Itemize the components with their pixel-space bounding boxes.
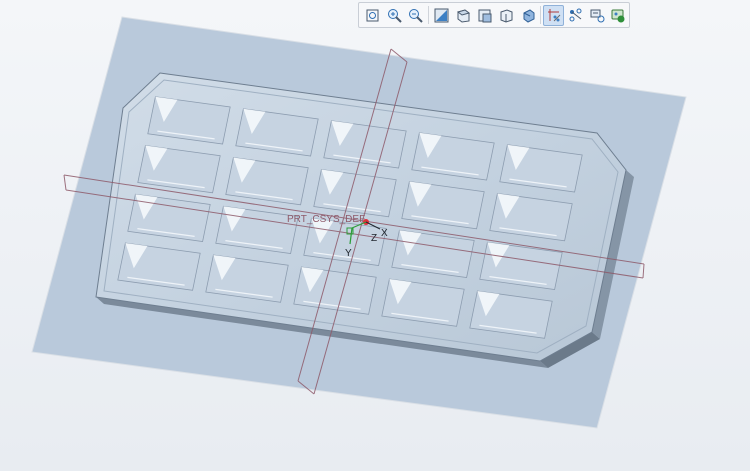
appearance-gallery-icon xyxy=(611,9,625,22)
view-manager-icon xyxy=(456,8,470,23)
refit-button[interactable] xyxy=(362,5,383,26)
zoom-in-icon xyxy=(387,8,402,23)
graphics-viewport[interactable]: PRT_CSYS_DEF Y Z X xyxy=(0,0,750,471)
annotation-display-icon xyxy=(569,8,582,21)
repaint-button[interactable] xyxy=(431,5,452,26)
repaint-icon xyxy=(434,8,449,22)
appearance-gallery-button[interactable] xyxy=(608,5,629,26)
display-style-icon xyxy=(500,8,513,23)
datum-display-filters-button[interactable] xyxy=(543,4,565,26)
axis-label-z: Z xyxy=(371,233,377,244)
axis-label-x: X xyxy=(381,228,388,239)
datum-display-filters-icon xyxy=(548,8,561,21)
section-button[interactable] xyxy=(518,5,539,26)
refit-icon xyxy=(366,9,379,21)
toolbar-separator xyxy=(540,6,542,24)
saved-orientations-icon xyxy=(478,9,492,22)
saved-orientations-button[interactable] xyxy=(474,5,495,26)
annotation-display-button[interactable] xyxy=(565,5,586,26)
section-icon xyxy=(523,8,535,23)
csys-label: PRT_CSYS_DEF xyxy=(287,214,365,225)
zoom-out-icon xyxy=(409,8,423,23)
zoom-in-button[interactable] xyxy=(384,5,405,26)
view-manager-button[interactable] xyxy=(453,5,474,26)
spin-center-icon xyxy=(590,9,605,22)
spin-center-button[interactable] xyxy=(587,5,608,26)
axis-label-y: Y xyxy=(345,248,352,259)
zoom-out-button[interactable] xyxy=(405,5,426,26)
toolbar-separator xyxy=(428,6,429,24)
display-style-button[interactable] xyxy=(496,5,517,26)
graphics-toolbar xyxy=(358,2,630,28)
